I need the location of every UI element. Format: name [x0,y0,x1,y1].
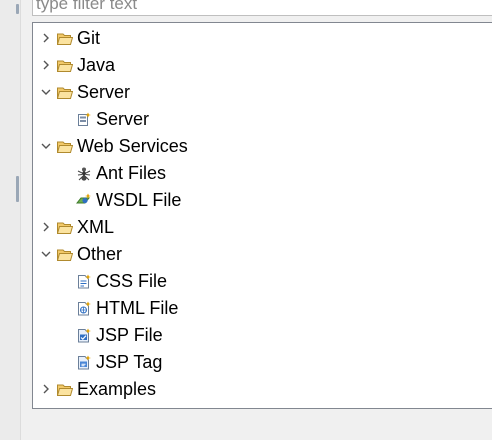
tree-label: Other [77,244,123,264]
folder-icon [57,31,73,46]
chevron-down-icon[interactable] [39,85,53,99]
chevron-right-icon[interactable] [39,58,53,72]
filter-field[interactable] [32,0,492,16]
tree-label: JSP File [96,325,163,345]
folder-icon [57,220,73,235]
tree-label: CSS File [96,271,168,291]
left-edge-marker [16,176,19,202]
tree-category-server[interactable]: Server [33,79,492,106]
tree-category-xml[interactable]: XML [33,214,492,241]
tree-label: Server [77,82,131,102]
jsp-tag-icon [76,355,92,370]
tree-item-jsp-tag[interactable]: JSP Tag [33,349,492,376]
tree-item-wsdl-file[interactable]: WSDL File [33,187,492,214]
folder-icon [57,85,73,100]
wizard-tree[interactable]: Git Java Server Server Web Services Ant … [32,22,492,409]
tree-label: JSP Tag [96,352,163,372]
tree-item-html-file[interactable]: HTML File [33,295,492,322]
tree-item-server[interactable]: Server [33,106,492,133]
tree-label: Examples [77,379,157,399]
tree-label: XML [77,217,115,237]
tree-category-git[interactable]: Git [33,25,492,52]
tree-label: Git [77,28,101,48]
folder-icon [57,382,73,397]
chevron-down-icon[interactable] [39,139,53,153]
chevron-right-icon[interactable] [39,31,53,45]
folder-icon [57,247,73,262]
css-file-icon [76,274,92,289]
tree-item-css-file[interactable]: CSS File [33,268,492,295]
tree-label: WSDL File [96,190,182,210]
tree-category-web-services[interactable]: Web Services [33,133,492,160]
tree-label: Server [96,109,150,129]
tree-label: Java [77,55,116,75]
tree-category-examples[interactable]: Examples [33,376,492,403]
tree-category-java[interactable]: Java [33,52,492,79]
chevron-right-icon[interactable] [39,382,53,396]
chevron-down-icon[interactable] [39,247,53,261]
folder-icon [57,139,73,154]
server-wizard-icon [76,112,92,127]
left-edge-panel [0,0,21,440]
ant-icon [76,166,92,181]
left-edge-marker [16,4,19,14]
tree-item-ant-files[interactable]: Ant Files [33,160,492,187]
wsdl-file-icon [76,193,92,208]
tree-category-other[interactable]: Other [33,241,492,268]
jsp-file-icon [76,328,92,343]
chevron-right-icon[interactable] [39,220,53,234]
tree-item-jsp-file[interactable]: JSP File [33,322,492,349]
folder-icon [57,58,73,73]
html-file-icon [76,301,92,316]
tree-label: Ant Files [96,163,167,183]
tree-label: HTML File [96,298,179,318]
tree-label: Web Services [77,136,188,156]
filter-input[interactable] [33,0,492,15]
